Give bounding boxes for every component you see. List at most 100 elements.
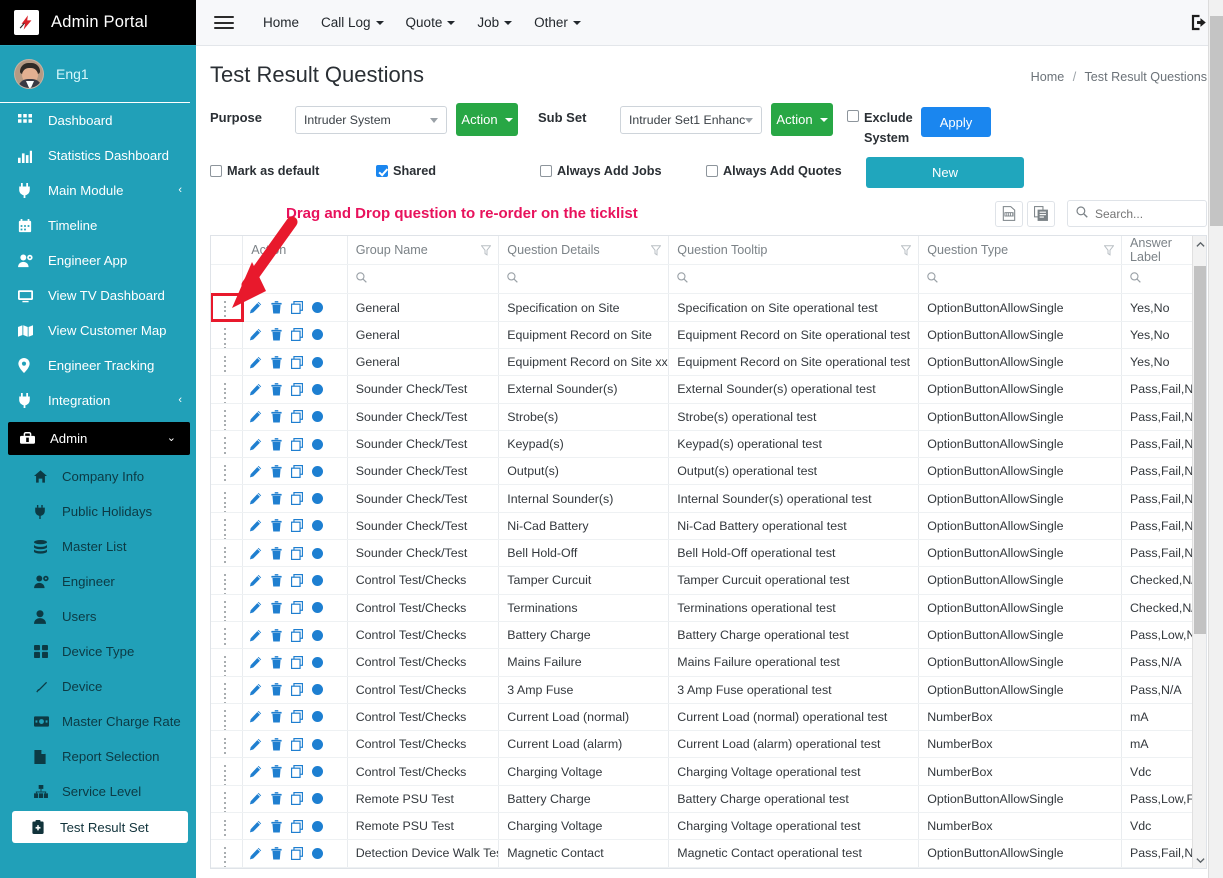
delete-icon[interactable] <box>271 847 282 860</box>
chevron-left-icon[interactable]: ‹ <box>178 185 182 196</box>
col-header-question-details[interactable]: Question Details <box>499 236 669 265</box>
edit-icon[interactable] <box>249 356 262 369</box>
search-icon[interactable] <box>677 270 688 287</box>
table-row[interactable]: GeneralSpecification on SiteSpecificatio… <box>211 294 1206 321</box>
copy-icon[interactable] <box>291 519 303 532</box>
edit-icon[interactable] <box>249 410 262 423</box>
sidebar-item-integration[interactable]: Integration ‹ <box>0 383 196 418</box>
search-icon[interactable] <box>927 270 938 287</box>
edit-icon[interactable] <box>249 574 262 587</box>
table-row[interactable]: Sounder Check/TestExternal Sounder(s)Ext… <box>211 376 1206 403</box>
table-row[interactable]: GeneralEquipment Record on Site xxxEquip… <box>211 348 1206 375</box>
filter-icon[interactable] <box>1104 245 1114 259</box>
grid-vertical-scrollbar[interactable] <box>1192 236 1206 868</box>
status-dot-icon[interactable] <box>312 848 323 859</box>
drag-handle-icon[interactable] <box>222 300 231 313</box>
sidebar-item-test-result-set[interactable]: Test Result Set <box>12 811 188 843</box>
subset-select[interactable]: Intruder Set1 Enhanced <box>620 106 762 134</box>
drag-handle-icon[interactable] <box>222 545 231 558</box>
copy-icon[interactable] <box>291 656 303 669</box>
drag-handle-cell[interactable] <box>211 758 243 785</box>
drag-handle-cell[interactable] <box>211 458 243 485</box>
sidebar-item-dashboard[interactable]: Dashboard <box>0 103 196 138</box>
edit-icon[interactable] <box>249 710 262 723</box>
copy-icon[interactable] <box>291 820 303 833</box>
table-row[interactable]: Control Test/Checks3 Amp Fuse3 Amp Fuse … <box>211 676 1206 703</box>
drag-handle-icon[interactable] <box>222 463 231 476</box>
edit-icon[interactable] <box>249 492 262 505</box>
status-dot-icon[interactable] <box>312 520 323 531</box>
table-row[interactable]: Sounder Check/TestKeypad(s)Keypad(s) ope… <box>211 430 1206 457</box>
sidebar-item-device-type[interactable]: Device Type <box>0 634 196 669</box>
copy-icon[interactable] <box>291 847 303 860</box>
edit-icon[interactable] <box>249 765 262 778</box>
edit-icon[interactable] <box>249 519 262 532</box>
delete-icon[interactable] <box>271 629 282 642</box>
copy-icon[interactable] <box>291 410 303 423</box>
drag-handle-icon[interactable] <box>222 381 231 394</box>
status-dot-icon[interactable] <box>312 711 323 722</box>
sidebar-item-company-info[interactable]: Company Info <box>0 459 196 494</box>
table-row[interactable]: Remote PSU TestBattery ChargeBattery Cha… <box>211 785 1206 812</box>
table-row[interactable]: Detection Device Walk TestMagnetic Conta… <box>211 840 1206 867</box>
drag-handle-icon[interactable] <box>222 436 231 449</box>
edit-icon[interactable] <box>249 792 262 805</box>
copy-icon[interactable] <box>291 301 303 314</box>
edit-icon[interactable] <box>249 683 262 696</box>
sidebar-item-admin[interactable]: Admin ⌄ <box>8 422 190 455</box>
drag-handle-cell[interactable] <box>211 567 243 594</box>
table-row[interactable]: Control Test/ChecksCharging VoltageCharg… <box>211 758 1206 785</box>
sidebar-item-engineer-app[interactable]: Engineer App <box>0 243 196 278</box>
status-dot-icon[interactable] <box>312 739 323 750</box>
filter-cell-question-tooltip[interactable] <box>669 265 919 294</box>
delete-icon[interactable] <box>271 383 282 396</box>
drag-handle-icon[interactable] <box>222 736 231 749</box>
sidebar-item-master-list[interactable]: Master List <box>0 529 196 564</box>
status-dot-icon[interactable] <box>312 684 323 695</box>
hamburger-icon[interactable] <box>214 13 234 33</box>
delete-icon[interactable] <box>271 656 282 669</box>
apply-button[interactable]: Apply <box>921 107 991 137</box>
copy-icon[interactable] <box>291 328 303 341</box>
drag-handle-cell[interactable] <box>211 403 243 430</box>
edit-icon[interactable] <box>249 738 262 751</box>
table-row[interactable]: Control Test/ChecksCurrent Load (alarm)C… <box>211 731 1206 758</box>
export-pdf-icon[interactable] <box>995 201 1023 227</box>
topnav-item-home[interactable]: Home <box>252 15 310 30</box>
delete-icon[interactable] <box>271 492 282 505</box>
copy-icon[interactable] <box>291 738 303 751</box>
purpose-select[interactable]: Intruder System <box>295 106 447 134</box>
subset-action-button[interactable]: Action <box>771 103 833 136</box>
search-icon[interactable] <box>1130 270 1141 287</box>
copy-icon[interactable] <box>291 465 303 478</box>
edit-icon[interactable] <box>249 656 262 669</box>
drag-handle-cell[interactable] <box>211 649 243 676</box>
status-dot-icon[interactable] <box>312 602 323 613</box>
sidebar-item-service-level[interactable]: Service Level <box>0 774 196 809</box>
status-dot-icon[interactable] <box>312 657 323 668</box>
copy-icon[interactable] <box>291 492 303 505</box>
edit-icon[interactable] <box>249 438 262 451</box>
drag-handle-icon[interactable] <box>222 600 231 613</box>
drag-handle-icon[interactable] <box>222 791 231 804</box>
delete-icon[interactable] <box>271 356 282 369</box>
drag-handle-icon[interactable] <box>222 354 231 367</box>
always-add-jobs-checkbox[interactable] <box>540 165 552 177</box>
scroll-down-icon[interactable] <box>1193 852 1207 868</box>
edit-icon[interactable] <box>249 629 262 642</box>
sidebar-item-master-charge-rate[interactable]: Master Charge Rate <box>0 704 196 739</box>
table-row[interactable]: Control Test/ChecksCurrent Load (normal)… <box>211 703 1206 730</box>
edit-icon[interactable] <box>249 820 262 833</box>
status-dot-icon[interactable] <box>312 411 323 422</box>
delete-icon[interactable] <box>271 738 282 751</box>
edit-icon[interactable] <box>249 847 262 860</box>
copy-icon[interactable] <box>1027 201 1055 227</box>
drag-handle-icon[interactable] <box>222 518 231 531</box>
status-dot-icon[interactable] <box>312 821 323 832</box>
drag-handle-icon[interactable] <box>222 709 231 722</box>
drag-handle-icon[interactable] <box>222 818 231 831</box>
edit-icon[interactable] <box>249 383 262 396</box>
sidebar-item-public-holidays[interactable]: Public Holidays <box>0 494 196 529</box>
delete-icon[interactable] <box>271 765 282 778</box>
copy-icon[interactable] <box>291 683 303 696</box>
